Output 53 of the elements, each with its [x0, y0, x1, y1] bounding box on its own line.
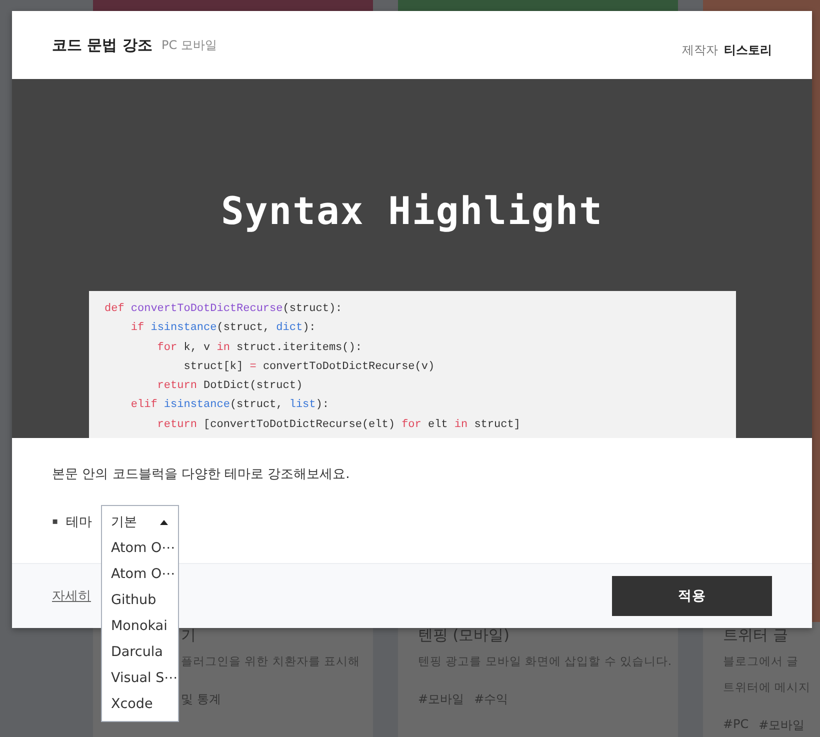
code-token: dict [276, 322, 303, 334]
code-token: DotDict(struct) [202, 380, 303, 392]
code-token: ): [302, 322, 316, 334]
code-token: in [216, 342, 230, 354]
card-tag: #모바일 [758, 717, 805, 734]
code-token: isinstance [150, 322, 217, 334]
dropdown-option[interactable]: Monokai [102, 613, 178, 639]
dialog-title: 코드 문법 강조 [52, 36, 152, 54]
card-title: 트위터 글 [723, 626, 789, 645]
plugin-description: 본문 안의 코드블럭을 다양한 테마로 강조해보세요. [52, 466, 351, 483]
code-token: (struct): [282, 303, 342, 315]
code-token: [convertToDotDictRecurse(elt) [202, 418, 396, 431]
code-token: in [454, 418, 468, 431]
details-link[interactable]: 자세히 [52, 587, 91, 605]
code-token: struct[k] [182, 360, 244, 373]
bullet: ▪ [52, 517, 58, 527]
dropdown-option[interactable]: Visual S⋯ [102, 665, 178, 691]
dropdown-value[interactable]: 기본 [102, 509, 178, 535]
code-token: return [156, 418, 197, 431]
card-tag: #수익 [474, 691, 508, 708]
code-token: list [289, 399, 316, 412]
caret-icon [160, 520, 168, 524]
theme-label: 테마 [66, 514, 92, 531]
code-token: k, v [182, 342, 212, 354]
code-token: for [402, 418, 422, 431]
dropdown-option[interactable]: Xcode [102, 691, 178, 717]
code-token: struct.iteritems(): [236, 342, 362, 354]
code-token: convertToDotDictRecurse [130, 303, 283, 315]
code-token: elif [130, 399, 158, 412]
code-token: (struct, [216, 322, 271, 334]
code-token: struct] [473, 418, 520, 431]
code-token: isinstance [164, 399, 230, 412]
theme-dropdown[interactable]: 기본 Atom O⋯ Atom O⋯ Github Monokai Darcula Visual S⋯ Xcode [101, 505, 179, 722]
card-title: 텐핑 (모바일) [418, 626, 510, 645]
dropdown-option[interactable]: Atom O⋯ [102, 535, 178, 561]
apply-button[interactable]: 적용 [612, 576, 772, 616]
card-title: 기 [181, 626, 197, 645]
code-token: convertToDotDictRecurse(v) [262, 360, 435, 373]
code-token: = [250, 360, 256, 373]
maker-label: 제작자 [682, 42, 718, 58]
code-token: if [130, 322, 146, 334]
code-token: ): [316, 399, 329, 412]
code-token: return [156, 380, 197, 392]
code-token: elt [426, 418, 449, 431]
maker-name: 티스토리 [724, 42, 772, 58]
code-token: def [104, 303, 126, 315]
preview-heading: Syntax Highlight [220, 189, 604, 233]
platform-label: PC 모바일 [161, 36, 217, 54]
dropdown-option[interactable]: Github [102, 587, 178, 613]
dropdown-option[interactable]: Darcula [102, 639, 178, 665]
code-token: (struct, [230, 399, 284, 412]
code-token: for [156, 342, 178, 354]
dropdown-option[interactable]: Atom O⋯ [102, 561, 178, 587]
